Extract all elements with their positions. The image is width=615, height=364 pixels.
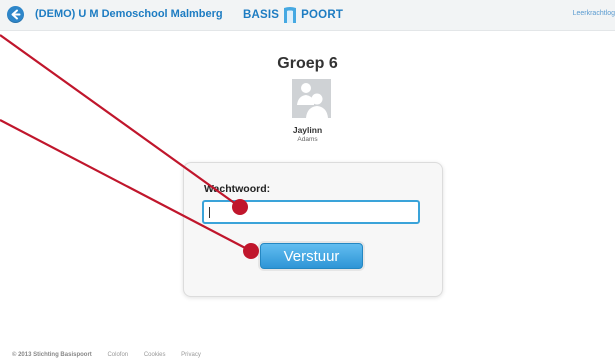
user-first-name: Jaylinn (292, 125, 323, 135)
top-header: (DEMO) U M Demoschool Malmberg BASIS POO… (0, 0, 615, 31)
footer-link-colofon[interactable]: Colofon (107, 352, 128, 358)
submit-button[interactable]: Verstuur (260, 243, 363, 269)
footer: © 2013 Stichting Basispoort Colofon Cook… (12, 352, 215, 358)
users-avatar-icon (292, 79, 331, 118)
brand-logo: BASIS POORT (243, 5, 343, 25)
avatar (292, 79, 331, 118)
brand-text-right: POORT (301, 9, 344, 21)
teacher-login-link[interactable]: Leerkrachtlog (573, 10, 615, 17)
login-panel: Wachtwoord: Verstuur (183, 162, 443, 297)
arrow-left-icon (11, 9, 21, 20)
page: (DEMO) U M Demoschool Malmberg BASIS POO… (0, 0, 615, 364)
brand-text-left: BASIS (243, 9, 280, 21)
footer-link-privacy[interactable]: Privacy (181, 352, 201, 358)
user-last-name: Adams (297, 136, 318, 143)
school-name: (DEMO) U M Demoschool Malmberg (35, 8, 223, 20)
text-caret (209, 207, 210, 218)
back-button[interactable] (7, 6, 24, 23)
password-label: Wachtwoord: (204, 183, 271, 195)
group-title: Groep 6 (277, 55, 338, 72)
copyright-text: © 2013 Stichting Basispoort (12, 352, 92, 358)
password-input[interactable] (202, 200, 420, 224)
footer-link-cookies[interactable]: Cookies (144, 352, 166, 358)
door-logo-icon (284, 7, 297, 23)
